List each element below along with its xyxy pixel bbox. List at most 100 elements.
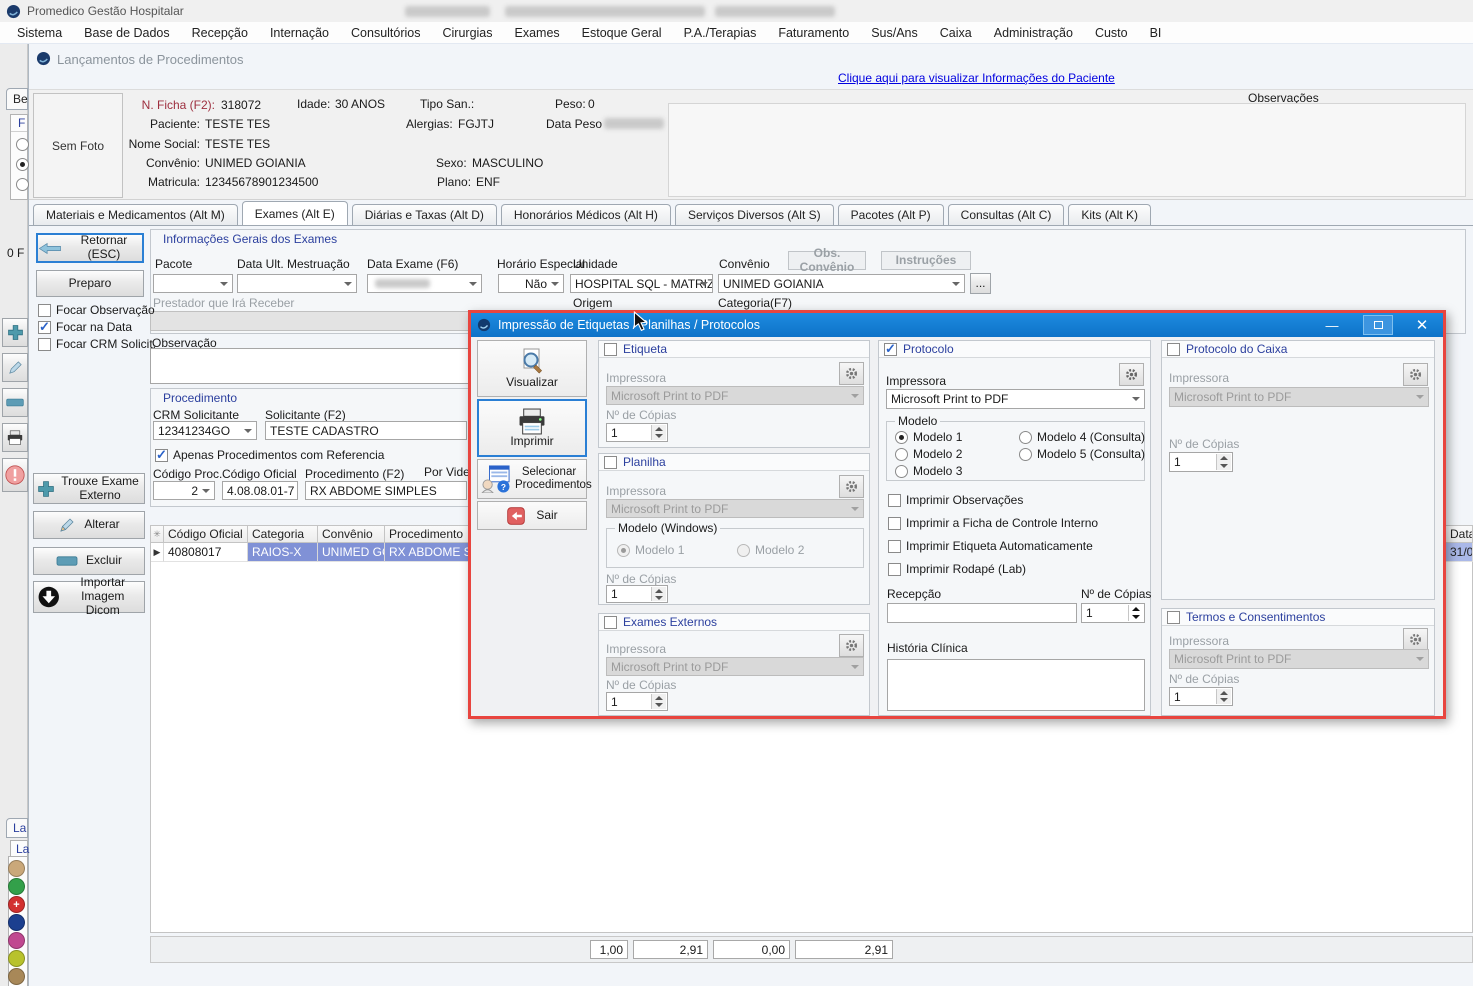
menu-estoque-geral[interactable]: Estoque Geral <box>571 23 673 43</box>
menu-consultorios[interactable]: Consultórios <box>340 23 431 43</box>
patient-info-link[interactable]: Clique aqui para visualizar Informações … <box>838 71 1115 85</box>
cell-categoria[interactable]: RAIOS-X <box>248 543 318 562</box>
grid-header-convenio[interactable]: Convênio <box>318 525 385 543</box>
edge-pencil-button[interactable] <box>2 353 28 382</box>
menu-recepcao[interactable]: Recepção <box>181 23 259 43</box>
codigo-proc-select[interactable]: 2 <box>153 481 215 500</box>
maximize-icon[interactable] <box>1363 315 1393 335</box>
edge-tab-la[interactable]: La <box>6 818 28 838</box>
grid-header-codigo[interactable]: Código Oficial <box>164 525 248 543</box>
person-icon[interactable] <box>8 860 25 877</box>
spinner-arrows-icon[interactable] <box>1128 605 1143 621</box>
menu-cirurgias[interactable]: Cirurgias <box>432 23 504 43</box>
tab-consultas[interactable]: Consultas (Alt C) <box>948 204 1065 225</box>
etiqueta-gear-button[interactable] <box>839 362 864 385</box>
historia-clinica-textarea[interactable] <box>887 659 1145 711</box>
menu-sus-ans[interactable]: Sus/Ans <box>860 23 929 43</box>
edge-rectangle-button[interactable] <box>2 388 28 417</box>
planilha-modelo2-radio[interactable]: Modelo 2 <box>737 543 804 557</box>
observacoes-panel[interactable] <box>668 103 1466 197</box>
spinner-arrows-icon[interactable] <box>1216 454 1231 470</box>
selecionar-procedimentos-button[interactable]: ? Selecionar Procedimentos <box>477 459 587 499</box>
menu-exames[interactable]: Exames <box>504 23 571 43</box>
menu-pa-terapias[interactable]: P.A./Terapias <box>673 23 768 43</box>
tab-kits[interactable]: Kits (Alt K) <box>1068 204 1151 225</box>
protocolo-caixa-impressora-select[interactable]: Microsoft Print to PDF <box>1169 387 1429 407</box>
modelo3-radio[interactable]: Modelo 3 <box>895 464 962 478</box>
menu-sistema[interactable]: Sistema <box>6 23 73 43</box>
crm-select[interactable]: 12341234GO <box>153 421 257 440</box>
solicitante-input[interactable]: TESTE CADASTRO <box>265 421 467 440</box>
protocolo-copias-spinner[interactable]: 1 <box>1081 603 1145 623</box>
instrucoes-button[interactable]: Instruções <box>881 251 971 270</box>
spinner-arrows-icon[interactable] <box>651 694 666 709</box>
termos-gear-button[interactable] <box>1403 628 1428 651</box>
recepcao-input[interactable] <box>887 603 1077 623</box>
grid-header-categoria[interactable]: Categoria <box>248 525 318 543</box>
edge-radio[interactable] <box>16 138 29 151</box>
edge-tab-be[interactable]: Be <box>6 88 28 110</box>
pink-icon[interactable] <box>8 932 25 949</box>
trouxe-exame-button[interactable]: Trouxe Exame Externo <box>33 473 145 504</box>
protocolo-checkbox-checked[interactable] <box>884 343 897 356</box>
tab-materiais[interactable]: Materiais e Medicamentos (Alt M) <box>33 204 238 225</box>
exames-externos-gear-button[interactable] <box>839 634 864 657</box>
planilha-modelo1-radio[interactable]: Modelo 1 <box>617 543 684 557</box>
alterar-button[interactable]: Alterar <box>33 511 145 539</box>
procedimento-input[interactable]: RX ABDOME SIMPLES <box>305 481 467 500</box>
menu-administracao[interactable]: Administração <box>983 23 1084 43</box>
menu-caixa[interactable]: Caixa <box>929 23 983 43</box>
obs-convenio-button[interactable]: Obs. Convênio <box>788 251 866 270</box>
planilha-impressora-select[interactable]: Microsoft Print to PDF <box>606 499 864 518</box>
imprimir-button[interactable]: Imprimir <box>477 399 587 457</box>
imprimir-ficha-checkbox[interactable]: Imprimir a Ficha de Controle Interno <box>888 516 1098 530</box>
observacao-textarea[interactable] <box>150 348 470 384</box>
exames-externos-copias-spinner[interactable]: 1 <box>606 692 668 711</box>
tab-diarias[interactable]: Diárias e Taxas (Alt D) <box>352 204 497 225</box>
tab-servicos[interactable]: Serviços Diversos (Alt S) <box>675 204 834 225</box>
menu-faturamento[interactable]: Faturamento <box>767 23 860 43</box>
termos-checkbox[interactable] <box>1167 611 1180 624</box>
codigo-oficial-input[interactable]: 4.08.08.01-7 <box>222 481 298 500</box>
focar-observacao-checkbox[interactable]: Focar Observação <box>38 303 155 317</box>
horario-especial-select[interactable]: Não <box>498 274 564 293</box>
focar-na-data-checkbox[interactable]: Focar na Data <box>38 320 132 334</box>
modelo2-radio[interactable]: Modelo 2 <box>895 447 962 461</box>
imprimir-rodape-checkbox[interactable]: Imprimir Rodapé (Lab) <box>888 562 1026 576</box>
exames-externos-checkbox[interactable] <box>604 616 617 629</box>
cell-convenio[interactable]: UNIMED GOI <box>318 543 385 562</box>
imprimir-observacoes-checkbox[interactable]: Imprimir Observações <box>888 493 1023 507</box>
planilha-copias-spinner[interactable]: 1 <box>606 585 668 603</box>
etiqueta-impressora-select[interactable]: Microsoft Print to PDF <box>606 386 864 405</box>
termos-copias-spinner[interactable]: 1 <box>1169 687 1233 706</box>
focar-crm-checkbox[interactable]: Focar CRM Solicit. <box>38 337 156 351</box>
grid-header-data[interactable]: Data <box>1446 525 1473 543</box>
protocolo-caixa-checkbox[interactable] <box>1167 343 1180 356</box>
pacote-select[interactable] <box>153 274 233 293</box>
spinner-arrows-icon[interactable] <box>1216 689 1231 704</box>
spinner-arrows-icon[interactable] <box>651 425 666 440</box>
modelo5-radio[interactable]: Modelo 5 (Consulta) <box>1019 447 1145 461</box>
protocolo-caixa-gear-button[interactable] <box>1403 363 1428 386</box>
exames-externos-impressora-select[interactable]: Microsoft Print to PDF <box>606 657 864 676</box>
menu-custo[interactable]: Custo <box>1084 23 1139 43</box>
cross-icon[interactable]: + <box>8 896 25 913</box>
star-icon[interactable] <box>8 950 25 967</box>
protocolo-impressora-select[interactable]: Microsoft Print to PDF <box>886 389 1145 409</box>
retornar-button[interactable]: Retornar (ESC) <box>36 233 144 263</box>
edge-alert-button[interactable] <box>2 458 28 492</box>
convenio-select[interactable]: UNIMED GOIANIA <box>718 274 965 293</box>
spinner-arrows-icon[interactable] <box>651 587 666 601</box>
planilha-checkbox[interactable] <box>604 456 617 469</box>
etiqueta-copias-spinner[interactable]: 1 <box>606 423 668 442</box>
excluir-button[interactable]: Excluir <box>33 547 145 575</box>
dialog-titlebar[interactable]: Impressão de Etiquetas / Planilhas / Pro… <box>471 313 1443 337</box>
tab-pacotes[interactable]: Pacotes (Alt P) <box>838 204 944 225</box>
protocolo-gear-button[interactable] <box>1119 363 1144 386</box>
tab-exames[interactable]: Exames (Alt E) <box>242 201 348 225</box>
preparo-button[interactable]: Preparo <box>36 270 144 297</box>
data-ult-select[interactable] <box>237 274 357 293</box>
menu-bi[interactable]: BI <box>1139 23 1173 43</box>
menu-internacao[interactable]: Internação <box>259 23 340 43</box>
unidade-select[interactable]: HOSPITAL SQL - MATRIZ <box>570 274 713 293</box>
